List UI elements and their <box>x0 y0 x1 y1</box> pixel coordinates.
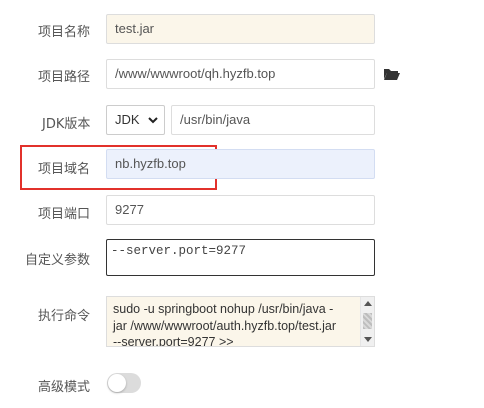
exec-command-line: sudo -u springboot nohup /usr/bin/java - <box>113 302 334 316</box>
scroll-down-arrow-icon[interactable] <box>364 337 372 342</box>
project-domain-field[interactable]: nb.hyzfb.top <box>106 149 375 179</box>
toggle-knob <box>108 374 126 392</box>
chevron-down-icon <box>148 117 158 124</box>
jdk-select[interactable]: JDK <box>106 105 165 135</box>
exec-command-textarea[interactable]: sudo -u springboot nohup /usr/bin/java -… <box>106 296 375 347</box>
exec-command-line: jar /www/wwwroot/auth.hyzfb.top/test.jar <box>113 318 336 333</box>
scroll-thumb[interactable] <box>363 313 372 329</box>
custom-params-textarea[interactable]: --server.port=9277 <box>106 239 375 276</box>
project-name-label: 项目名称 <box>38 25 91 40</box>
exec-command-label: 执行命令 <box>38 309 91 324</box>
jdk-path-field[interactable]: /usr/bin/java <box>171 105 375 135</box>
jdk-select-value: JDK <box>115 112 140 127</box>
project-domain-label: 项目域名 <box>38 162 91 177</box>
advanced-mode-label: 高级模式 <box>38 380 91 395</box>
project-port-field[interactable]: 9277 <box>106 195 375 225</box>
project-port-label: 项目端口 <box>38 207 91 222</box>
project-path-label: 项目路径 <box>38 70 91 85</box>
folder-open-icon[interactable] <box>383 67 401 81</box>
exec-command-line: --server.port=9277 >> <box>113 335 234 347</box>
exec-command-scrollbar[interactable] <box>360 297 374 346</box>
project-path-field[interactable]: /www/wwwroot/qh.hyzfb.top <box>106 59 375 89</box>
scroll-up-arrow-icon[interactable] <box>364 301 372 306</box>
project-name-field[interactable]: test.jar <box>106 14 375 44</box>
advanced-mode-toggle[interactable] <box>107 373 141 393</box>
custom-params-label: 自定义参数 <box>25 253 91 268</box>
jdk-version-label: JDK版本 <box>42 117 91 132</box>
